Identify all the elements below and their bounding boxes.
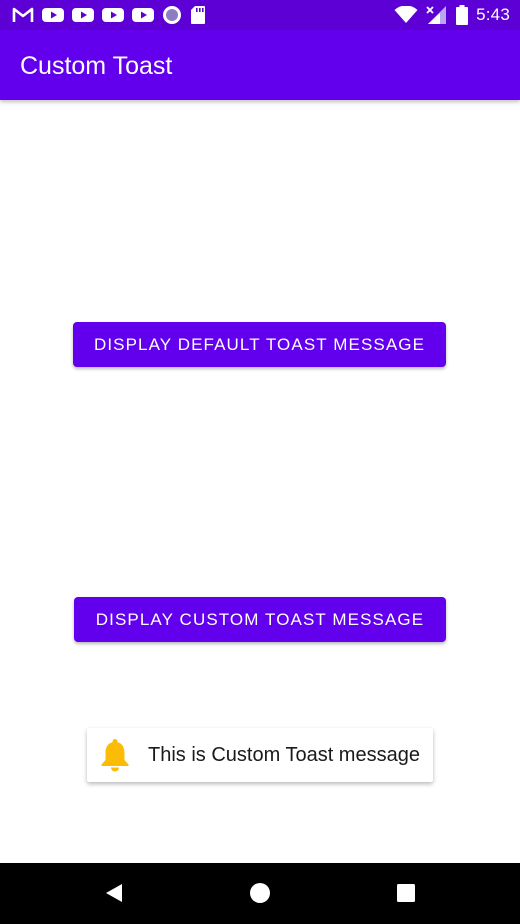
display-default-toast-button[interactable]: DISPLAY DEFAULT TOAST MESSAGE	[73, 322, 446, 367]
back-icon[interactable]	[102, 881, 126, 905]
navigation-bar	[0, 863, 520, 924]
system-icons: 5:43	[394, 4, 510, 26]
custom-toast: This is Custom Toast message	[87, 728, 433, 782]
youtube-icon	[132, 7, 154, 23]
status-time: 5:43	[476, 5, 510, 24]
battery-icon	[456, 5, 469, 25]
signal-no-data-icon	[426, 5, 448, 25]
notification-icons	[12, 4, 206, 26]
wifi-icon	[394, 6, 418, 24]
gmail-icon	[12, 7, 34, 23]
circle-record-icon	[162, 5, 182, 25]
home-icon[interactable]	[248, 881, 272, 905]
sd-card-icon	[190, 5, 206, 25]
app-bar: Custom Toast	[0, 30, 520, 100]
app-screen: 5:43 Custom Toast DISPLAY DEFAULT TOAST …	[0, 0, 520, 924]
display-custom-toast-button[interactable]: DISPLAY CUSTOM TOAST MESSAGE	[74, 597, 446, 642]
status-bar: 5:43	[0, 0, 520, 30]
toast-message: This is Custom Toast message	[148, 744, 420, 766]
recents-icon[interactable]	[394, 881, 418, 905]
app-title: Custom Toast	[20, 52, 173, 80]
bell-icon	[99, 738, 131, 772]
youtube-icon	[42, 7, 64, 23]
youtube-icon	[72, 7, 94, 23]
youtube-icon	[102, 7, 124, 23]
